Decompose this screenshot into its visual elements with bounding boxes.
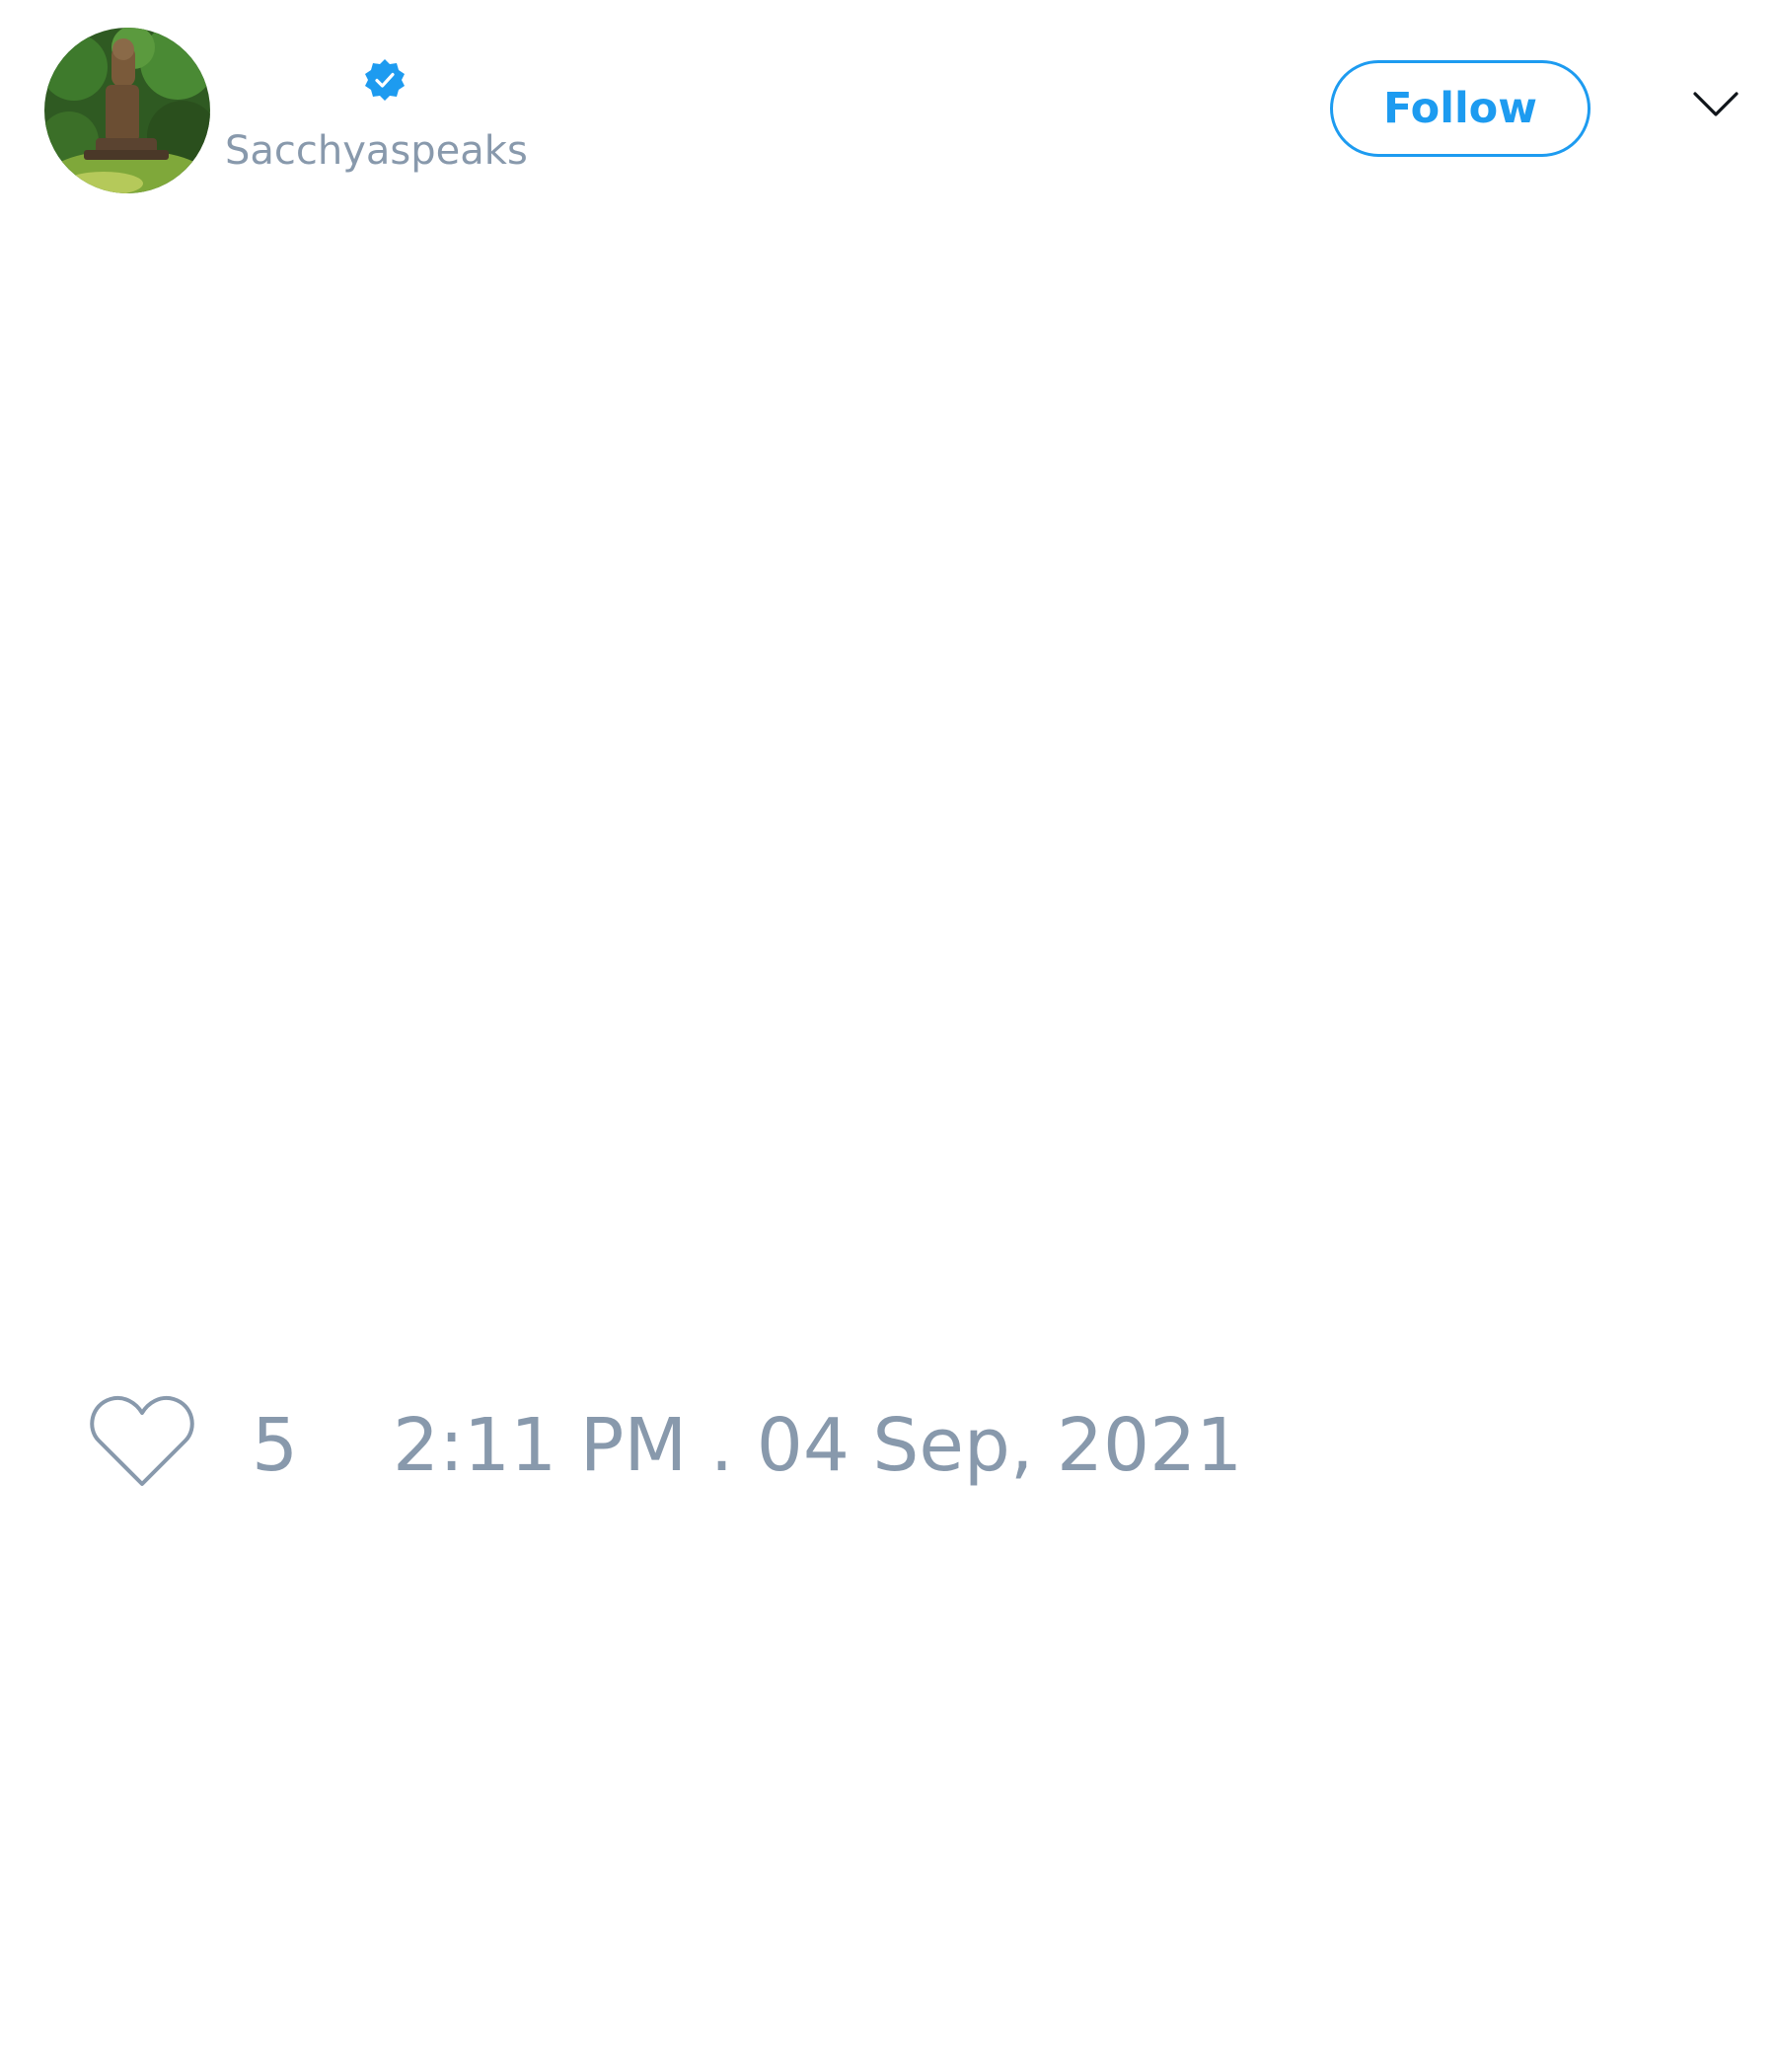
verified-badge-icon: [365, 59, 405, 101]
follow-button[interactable]: Follow: [1330, 60, 1591, 157]
tweet-card: Sacchyaspeaks Follow 5 2:11 PM . 04 Sep,…: [0, 0, 1776, 2072]
heart-icon[interactable]: [89, 1393, 195, 1488]
tweet-actions: 5 2:11 PM . 04 Sep, 2021: [0, 1381, 1776, 1500]
chevron-down-icon[interactable]: [1692, 89, 1739, 120]
like-count: 5: [252, 1403, 299, 1488]
avatar[interactable]: [44, 28, 210, 193]
user-handle[interactable]: Sacchyaspeaks: [225, 126, 528, 176]
avatar-image: [44, 28, 210, 193]
tweet-timestamp[interactable]: 2:11 PM . 04 Sep, 2021: [393, 1401, 1242, 1490]
